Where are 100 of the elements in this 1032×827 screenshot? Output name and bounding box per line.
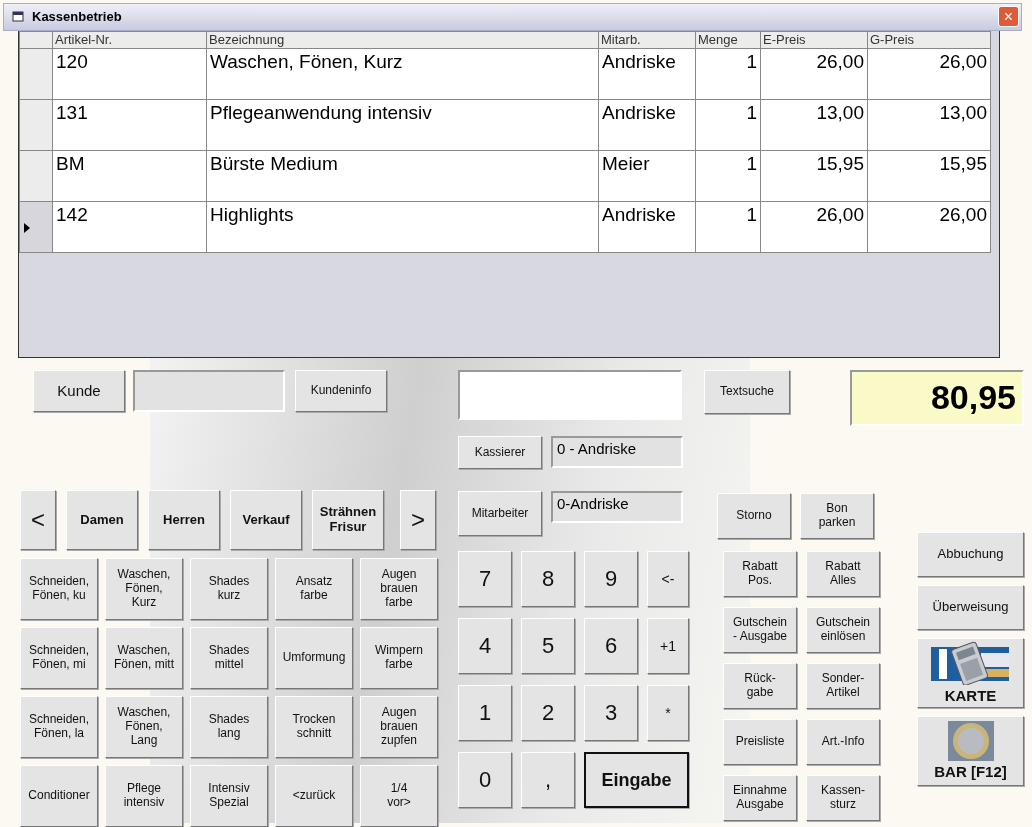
action-button[interactable]: Gutschein einlösen [806, 607, 880, 653]
keypad-key[interactable]: 1 [458, 685, 512, 741]
column-header[interactable]: Menge [695, 31, 761, 49]
previous-button[interactable]: < [20, 490, 56, 550]
keypad-key[interactable]: Eingabe [584, 752, 689, 808]
article-button[interactable]: 1/4 vor> [360, 765, 438, 827]
euro-coin-icon [947, 721, 994, 762]
table-cell: 13,00 [760, 99, 868, 151]
keypad-key[interactable]: 6 [584, 618, 638, 674]
table-cell: Andriske [598, 48, 696, 100]
action-button[interactable]: Preisliste [723, 719, 797, 765]
table-corner [19, 31, 53, 49]
article-button[interactable]: Schneiden, Fönen, la [20, 696, 98, 758]
article-button[interactable]: Schneiden, Fönen, mi [20, 627, 98, 689]
keypad-key[interactable]: <- [647, 551, 689, 607]
article-button[interactable]: Trocken schnitt [275, 696, 353, 758]
column-header[interactable]: Bezeichnung [206, 31, 599, 49]
row-selector[interactable] [19, 201, 53, 253]
keypad-key[interactable]: 2 [521, 685, 575, 741]
table-cell: BM [52, 150, 207, 202]
payment-button[interactable]: Überweisung [917, 585, 1024, 630]
keypad-key[interactable]: 0 [458, 752, 512, 808]
article-button[interactable]: Waschen, Fönen, Lang [105, 696, 183, 758]
action-button[interactable]: Einnahme Ausgabe [723, 775, 797, 821]
article-button[interactable]: Waschen, Fönen, Kurz [105, 558, 183, 620]
article-button[interactable]: Conditioner [20, 765, 98, 827]
table-cell: 15,95 [760, 150, 868, 202]
table-cell: 1 [695, 48, 761, 100]
category-button[interactable]: Verkauf [230, 490, 302, 550]
article-button[interactable]: Shades kurz [190, 558, 268, 620]
total-display: 80,95 [850, 370, 1024, 426]
next-button[interactable]: > [400, 490, 436, 550]
keypad-key[interactable]: 8 [521, 551, 575, 607]
table-cell: 13,00 [867, 99, 991, 151]
table-cell: 131 [52, 99, 207, 151]
keypad-key[interactable]: , [521, 752, 575, 808]
category-button[interactable]: Damen [66, 490, 138, 550]
article-button[interactable]: <zurück [275, 765, 353, 827]
action-button[interactable]: Storno [717, 493, 791, 539]
article-button[interactable]: Wimpern farbe [360, 627, 438, 689]
keypad-key[interactable]: 9 [584, 551, 638, 607]
keypad-key[interactable]: 3 [584, 685, 638, 741]
action-button[interactable]: Bon parken [800, 493, 874, 539]
table-cell: 26,00 [760, 201, 868, 253]
keypad-key[interactable]: 7 [458, 551, 512, 607]
article-button[interactable]: Waschen, Fönen, mitt [105, 627, 183, 689]
article-button[interactable]: Pflege intensiv [105, 765, 183, 827]
table-cell: Highlights [206, 201, 599, 253]
action-button[interactable]: Rabatt Pos. [723, 551, 797, 597]
employee-button[interactable]: Mitarbeiter [458, 491, 542, 536]
column-header[interactable]: Artikel-Nr. [52, 31, 207, 49]
category-button[interactable]: Strähnen Frisur [312, 490, 384, 550]
row-selector[interactable] [19, 48, 53, 100]
table-cell: Pflegeanwendung intensiv [206, 99, 599, 151]
article-button[interactable]: Ansatz farbe [275, 558, 353, 620]
table-cell: Andriske [598, 201, 696, 253]
employee-field[interactable]: 0-Andriske [551, 491, 683, 523]
search-field[interactable] [458, 370, 682, 420]
text-search-button[interactable]: Textsuche [704, 370, 790, 414]
article-button[interactable]: Augen brauen zupfen [360, 696, 438, 758]
table-cell: 26,00 [867, 201, 991, 253]
action-button[interactable]: Art.-Info [806, 719, 880, 765]
table-cell: 1 [695, 99, 761, 151]
table-cell: 26,00 [867, 48, 991, 100]
article-button[interactable]: Intensiv Spezial [190, 765, 268, 827]
payment-button[interactable]: Abbuchung [917, 532, 1024, 577]
row-selector[interactable] [19, 99, 53, 151]
column-header[interactable]: Mitarb. [598, 31, 696, 49]
action-button[interactable]: Kassen- sturz [806, 775, 880, 821]
customer-button[interactable]: Kunde [33, 370, 125, 412]
cashier-button[interactable]: Kassierer [458, 436, 542, 469]
cashier-field[interactable]: 0 - Andriske [551, 436, 683, 468]
article-button[interactable]: Augen brauen farbe [360, 558, 438, 620]
cash-payment-button[interactable]: BAR [F12] [917, 716, 1024, 786]
article-button[interactable]: Shades lang [190, 696, 268, 758]
table-cell: 26,00 [760, 48, 868, 100]
table-cell: Waschen, Fönen, Kurz [206, 48, 599, 100]
table-cell: 15,95 [867, 150, 991, 202]
keypad-key[interactable]: 5 [521, 618, 575, 674]
article-button[interactable]: Umformung [275, 627, 353, 689]
category-button[interactable]: Herren [148, 490, 220, 550]
action-button[interactable]: Gutschein - Ausgabe [723, 607, 797, 653]
table-cell: Bürste Medium [206, 150, 599, 202]
action-button[interactable]: Rück- gabe [723, 663, 797, 709]
action-button[interactable]: Sonder- Artikel [806, 663, 880, 709]
customer-field[interactable] [133, 370, 285, 412]
table-cell: Andriske [598, 99, 696, 151]
card-payment-button[interactable]: KARTE [917, 638, 1024, 708]
customer-info-button[interactable]: Kundeninfo [295, 370, 387, 412]
table-cell: 1 [695, 150, 761, 202]
close-button[interactable]: × [998, 6, 1019, 28]
action-button[interactable]: Rabatt Alles [806, 551, 880, 597]
column-header[interactable]: E-Preis [760, 31, 868, 49]
column-header[interactable]: G-Preis [867, 31, 991, 49]
article-button[interactable]: Shades mittel [190, 627, 268, 689]
keypad-key[interactable]: 4 [458, 618, 512, 674]
row-selector[interactable] [19, 150, 53, 202]
keypad-key[interactable]: * [647, 685, 689, 741]
article-button[interactable]: Schneiden, Fönen, ku [20, 558, 98, 620]
keypad-key[interactable]: +1 [647, 618, 689, 674]
